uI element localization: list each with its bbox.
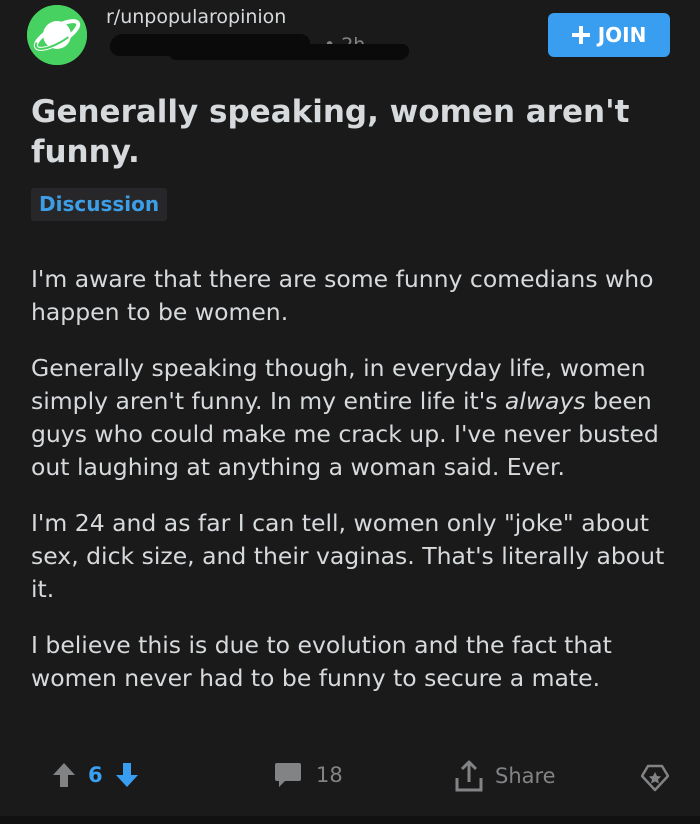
subreddit-avatar[interactable] xyxy=(27,5,87,65)
comments-button[interactable]: 18 xyxy=(274,762,343,788)
bottom-divider xyxy=(0,816,700,824)
post-paragraph: I'm aware that there are some funny come… xyxy=(31,265,654,326)
join-label: JOIN xyxy=(597,23,647,47)
comment-icon xyxy=(274,762,302,788)
share-label: Share xyxy=(495,764,556,788)
redacted-username xyxy=(108,34,312,56)
post-flair[interactable]: Discussion xyxy=(31,188,168,221)
post-paragraph: I'm 24 and as far I can tell, women only… xyxy=(31,509,665,603)
award-button[interactable] xyxy=(641,764,669,796)
post-header: r/unpopularopinion • 2h JOIN xyxy=(0,0,700,90)
post-actions: 6 18 Share xyxy=(0,760,700,804)
join-button[interactable]: JOIN xyxy=(548,13,670,57)
post-meta: • 2h xyxy=(108,34,365,56)
emphasis-text: always xyxy=(504,387,586,415)
planet-icon xyxy=(27,5,87,65)
share-icon xyxy=(455,760,483,792)
downvote-icon[interactable] xyxy=(115,762,139,788)
post-paragraph: Generally speaking though, in everyday l… xyxy=(31,352,671,484)
post-body: I'm aware that there are some funny come… xyxy=(31,263,671,718)
plus-icon xyxy=(571,26,590,44)
subreddit-name[interactable]: r/unpopularopinion xyxy=(106,6,286,28)
share-button[interactable]: Share xyxy=(455,760,556,792)
vote-group: 6 xyxy=(52,762,139,788)
vote-count: 6 xyxy=(88,763,103,787)
upvote-icon[interactable] xyxy=(52,762,76,788)
award-icon xyxy=(641,764,669,792)
post-paragraph: I believe this is due to evolution and t… xyxy=(31,631,612,692)
post-title[interactable]: Generally speaking, women aren't funny. xyxy=(31,92,671,172)
comment-count: 18 xyxy=(316,763,343,787)
